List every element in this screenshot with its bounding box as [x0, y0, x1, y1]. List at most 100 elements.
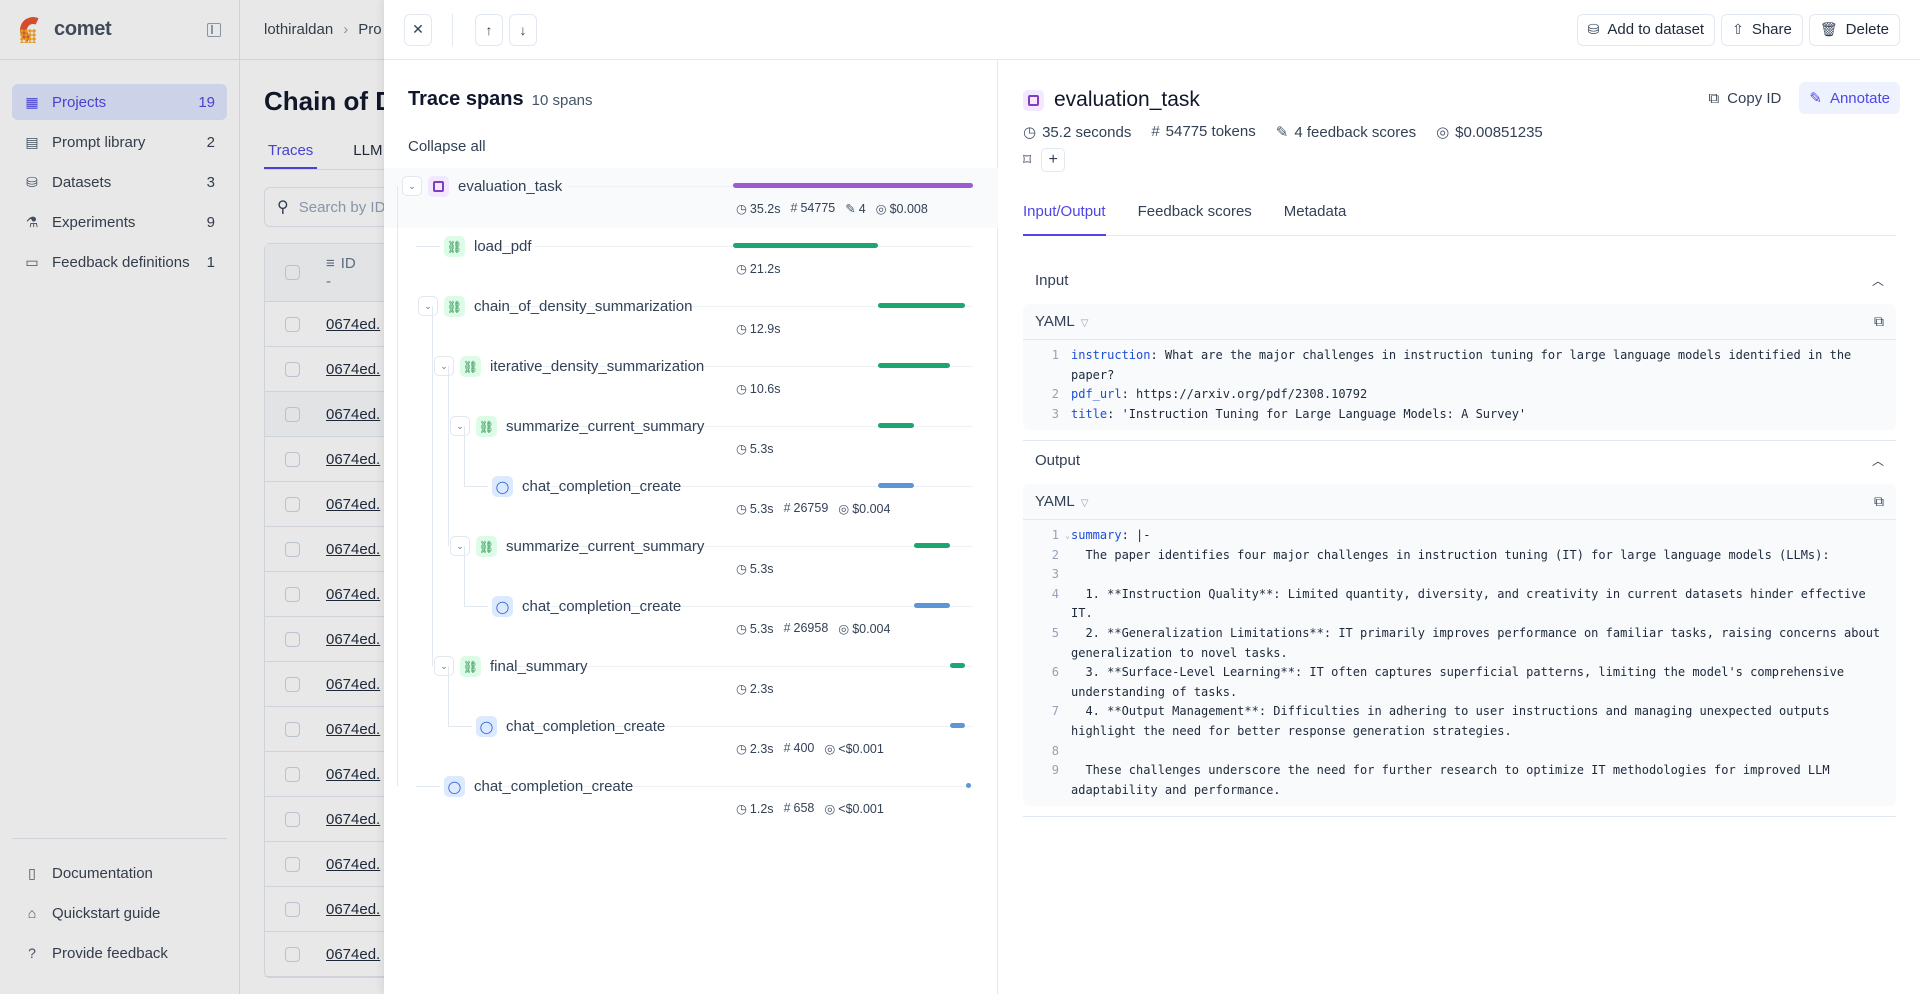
metric-duration: ◷ 12.9s — [736, 322, 781, 336]
row-checkbox[interactable] — [285, 631, 300, 647]
trace-id-link[interactable]: 0674ed. — [326, 721, 380, 738]
sidebar-item-feedback-definitions[interactable]: ▭ Feedback definitions 1 — [12, 244, 227, 280]
previous-trace-button[interactable]: ↑ — [475, 13, 503, 46]
graduation-cap-icon: ⌂ — [27, 905, 37, 921]
fold-chevron-icon[interactable]: ⌄ — [1065, 526, 1070, 546]
row-checkbox[interactable] — [285, 496, 300, 512]
input-section-header[interactable]: Input ︿ — [1023, 260, 1896, 300]
sidebar-item-experiments[interactable]: ⚗ Experiments 9 — [12, 204, 227, 240]
trace-id-link[interactable]: 0674ed. — [326, 766, 380, 783]
copy-id-button[interactable]: ⧉ Copy ID — [1698, 82, 1791, 114]
expand-toggle[interactable]: ⌄ — [434, 656, 454, 676]
span-row[interactable]: ⌄ ⛓ chain_of_density_summarization ◷ 12.9s — [384, 288, 998, 348]
span-row[interactable]: ◯ chat_completion_create ◷ 5.3s #26759 ◎ $0.00… — [384, 468, 998, 528]
tab-traces[interactable]: Traces — [264, 140, 318, 169]
trace-id-link[interactable]: 0674ed. — [326, 586, 380, 603]
output-code[interactable]: 1 ⌄ summary: |- 2 The paper identifies four… — [1023, 520, 1896, 806]
output-section-header[interactable]: Output ︿ — [1023, 440, 1896, 480]
trace-id-link[interactable]: 0674ed. — [326, 946, 380, 963]
row-checkbox[interactable] — [285, 901, 300, 917]
input-code[interactable]: 1 instruction: What are the major challen… — [1023, 340, 1896, 430]
row-checkbox[interactable] — [285, 676, 300, 692]
tab-metadata[interactable]: Metadata — [1284, 200, 1347, 236]
column-header-id[interactable]: ≡ ID - — [326, 255, 356, 291]
hash-icon: # — [1151, 123, 1160, 140]
span-row[interactable]: ◯ chat_completion_create ◷ 1.2s #658 ◎ <$0.001 — [384, 768, 998, 828]
span-row[interactable]: ◯ chat_completion_create ◷ 5.3s #26958 ◎ $0.00… — [384, 588, 998, 648]
code-line: 4 1. **Instruction Quality**: Limited qu… — [1023, 585, 1896, 624]
input-label: Input — [1035, 271, 1069, 289]
row-checkbox[interactable] — [285, 451, 300, 467]
expand-toggle[interactable]: ⌄ — [418, 296, 438, 316]
metric-feedback: ✎ 4 — [845, 202, 866, 216]
trace-id-link[interactable]: 0674ed. — [326, 541, 380, 558]
trace-id-link[interactable]: 0674ed. — [326, 361, 380, 378]
sidebar-item-prompt-library[interactable]: ▤ Prompt library 2 — [12, 124, 227, 160]
delete-button[interactable]: 🗑 Delete — [1808, 13, 1900, 46]
breadcrumb-projects[interactable]: Pro — [358, 21, 381, 38]
chevron-up-icon[interactable]: ︿ — [1872, 272, 1884, 289]
next-trace-button[interactable]: ↓ — [509, 13, 537, 46]
span-row[interactable]: ⛓ load_pdf ◷ 21.2s — [384, 228, 998, 288]
add-tag-button[interactable]: + — [1041, 148, 1066, 172]
span-row[interactable]: ⌄ ⛓ final_summary ◷ 2.3s — [384, 648, 998, 708]
row-checkbox[interactable] — [285, 721, 300, 737]
search-icon: ⚲ — [277, 199, 289, 216]
trace-id-link[interactable]: 0674ed. — [326, 676, 380, 693]
row-checkbox[interactable] — [285, 541, 300, 557]
span-row[interactable]: ⌄ ⛓ summarize_current_summary ◷ 5.3s — [384, 528, 998, 588]
trace-id-link[interactable]: 0674ed. — [326, 811, 380, 828]
trace-id-link[interactable]: 0674ed. — [326, 901, 380, 918]
row-checkbox[interactable] — [285, 946, 300, 962]
collapse-all-button[interactable]: Collapse all — [408, 138, 486, 155]
span-row[interactable]: ◯ chat_completion_create ◷ 2.3s #400 ◎ <$0.001 — [384, 708, 998, 768]
sidebar-item-projects[interactable]: ▦ Projects 19 — [12, 84, 227, 120]
code-line: 8 — [1023, 742, 1896, 762]
expand-toggle[interactable]: ⌄ — [402, 176, 422, 196]
sidebar-item-provide-feedback[interactable]: ? Provide feedback — [12, 935, 227, 971]
row-checkbox[interactable] — [285, 361, 300, 377]
output-format-select[interactable]: YAML ▽ — [1035, 493, 1088, 510]
sidebar-item-quickstart-guide[interactable]: ⌂ Quickstart guide — [12, 895, 227, 931]
row-checkbox[interactable] — [285, 586, 300, 602]
sidebar-item-datasets[interactable]: ⛁ Datasets 3 — [12, 164, 227, 200]
trace-id-link[interactable]: 0674ed. — [326, 856, 380, 873]
trace-id-link[interactable]: 0674ed. — [326, 631, 380, 648]
close-button[interactable]: ✕ — [404, 13, 432, 46]
sidebar-item-label: Datasets — [52, 173, 112, 191]
expand-toggle[interactable]: ⌄ — [434, 356, 454, 376]
collapse-sidebar-icon[interactable] — [207, 22, 221, 37]
row-checkbox[interactable] — [285, 766, 300, 782]
trace-id-link[interactable]: 0674ed. — [326, 451, 380, 468]
span-row[interactable]: ⌄ ⛓ summarize_current_summary ◷ 5.3s — [384, 408, 998, 468]
copy-icon[interactable]: ⧉ — [1874, 493, 1884, 510]
expand-toggle[interactable]: ⌄ — [450, 416, 470, 436]
row-checkbox[interactable] — [285, 316, 300, 332]
annotate-button[interactable]: ✎ Annotate — [1799, 82, 1900, 114]
share-button[interactable]: ⇧ Share — [1721, 13, 1803, 46]
chevron-up-icon[interactable]: ︿ — [1872, 452, 1884, 469]
sidebar-item-documentation[interactable]: ▯ Documentation — [12, 855, 227, 891]
tab-input-output[interactable]: Input/Output — [1023, 200, 1106, 236]
expand-toggle[interactable]: ⌄ — [450, 536, 470, 556]
trace-id-link[interactable]: 0674ed. — [326, 496, 380, 513]
breadcrumb-workspace[interactable]: lothiraldan — [264, 21, 333, 38]
tab-feedback-scores[interactable]: Feedback scores — [1138, 200, 1252, 236]
span-row[interactable]: ⌄ evaluation_task ◷ 35.2s #54775 ✎ 4 ◎ $0.008 — [384, 168, 998, 228]
tree-connector — [397, 186, 398, 786]
span-row[interactable]: ⌄ ⛓ iterative_density_summarization ◷ 10.6s — [384, 348, 998, 408]
add-to-dataset-button[interactable]: ⛁ Add to dataset — [1576, 13, 1716, 46]
span-duration-bar — [949, 723, 966, 728]
copy-icon[interactable]: ⧉ — [1874, 313, 1884, 330]
line-number: 7 — [1051, 704, 1059, 719]
trace-id-link[interactable]: 0674ed. — [326, 316, 380, 333]
tree-connector — [448, 726, 472, 727]
line-text: The paper identifies four major challeng… — [1059, 546, 1896, 566]
row-checkbox[interactable] — [285, 856, 300, 872]
line-text: 4. **Output Management**: Difficulties i… — [1059, 702, 1896, 741]
trace-id-link[interactable]: 0674ed. — [326, 406, 380, 423]
row-checkbox[interactable] — [285, 811, 300, 827]
row-checkbox[interactable] — [285, 406, 300, 422]
input-format-select[interactable]: YAML ▽ — [1035, 313, 1088, 330]
select-all-checkbox[interactable] — [285, 265, 300, 280]
